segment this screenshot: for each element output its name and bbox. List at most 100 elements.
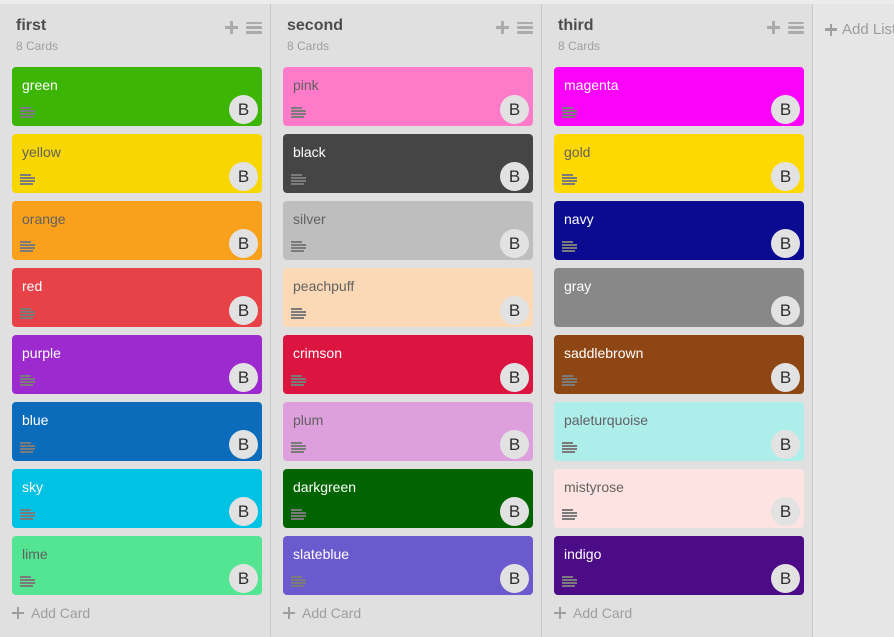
- card[interactable]: yellowB: [12, 134, 262, 193]
- hamburger-menu-icon[interactable]: [788, 22, 804, 34]
- card-badge[interactable]: B: [500, 162, 529, 191]
- description-lines-icon: [562, 442, 577, 453]
- description-lines-icon: [20, 509, 35, 520]
- card-badge[interactable]: B: [500, 363, 529, 392]
- card-title: orange: [12, 201, 262, 227]
- list-header: second 8 Cards: [283, 4, 533, 67]
- card-title: peachpuff: [283, 268, 533, 294]
- list-first: first 8 Cards greenB yellowB orangeB red…: [0, 4, 271, 637]
- card[interactable]: limeB: [12, 536, 262, 595]
- card-badge[interactable]: B: [229, 497, 258, 526]
- card-badge[interactable]: B: [500, 95, 529, 124]
- plus-icon[interactable]: [224, 20, 239, 35]
- card-title: green: [12, 67, 262, 93]
- card-title: slateblue: [283, 536, 533, 562]
- card[interactable]: goldB: [554, 134, 804, 193]
- card-title: magenta: [554, 67, 804, 93]
- description-lines-icon: [20, 576, 35, 587]
- card-badge[interactable]: B: [771, 296, 800, 325]
- list-third: third 8 Cards magentaB goldB navyB grayB…: [542, 4, 813, 637]
- description-lines-icon: [562, 509, 577, 520]
- plus-icon[interactable]: [495, 20, 510, 35]
- hamburger-menu-icon[interactable]: [246, 22, 262, 34]
- card-badge[interactable]: B: [229, 363, 258, 392]
- list-title: first: [16, 17, 224, 35]
- plus-icon: [283, 607, 295, 619]
- card[interactable]: grayB: [554, 268, 804, 327]
- card-title: lime: [12, 536, 262, 562]
- card-badge[interactable]: B: [771, 497, 800, 526]
- card[interactable]: peachpuffB: [283, 268, 533, 327]
- card-badge[interactable]: B: [229, 162, 258, 191]
- card-badge[interactable]: B: [229, 296, 258, 325]
- add-card-label: Add Card: [573, 605, 632, 621]
- add-card-button[interactable]: Add Card: [283, 605, 533, 621]
- card[interactable]: darkgreenB: [283, 469, 533, 528]
- card[interactable]: blackB: [283, 134, 533, 193]
- description-lines-icon: [20, 107, 35, 118]
- card[interactable]: silverB: [283, 201, 533, 260]
- card-title: mistyrose: [554, 469, 804, 495]
- description-lines-icon: [291, 576, 306, 587]
- card[interactable]: crimsonB: [283, 335, 533, 394]
- card-badge[interactable]: B: [229, 95, 258, 124]
- hamburger-menu-icon[interactable]: [517, 22, 533, 34]
- card-badge[interactable]: B: [771, 95, 800, 124]
- card-badge[interactable]: B: [771, 363, 800, 392]
- card[interactable]: redB: [12, 268, 262, 327]
- card[interactable]: indigoB: [554, 536, 804, 595]
- card[interactable]: blueB: [12, 402, 262, 461]
- card[interactable]: orangeB: [12, 201, 262, 260]
- card-badge[interactable]: B: [229, 229, 258, 258]
- card-title: darkgreen: [283, 469, 533, 495]
- card[interactable]: magentaB: [554, 67, 804, 126]
- card-title: sky: [12, 469, 262, 495]
- list-card-count: 8 Cards: [16, 39, 224, 53]
- list-header: third 8 Cards: [554, 4, 804, 67]
- description-lines-icon: [562, 107, 577, 118]
- plus-icon: [12, 607, 24, 619]
- add-card-button[interactable]: Add Card: [12, 605, 262, 621]
- card[interactable]: pinkB: [283, 67, 533, 126]
- card[interactable]: greenB: [12, 67, 262, 126]
- card-badge[interactable]: B: [500, 296, 529, 325]
- card-title: crimson: [283, 335, 533, 361]
- card-title: yellow: [12, 134, 262, 160]
- card-title: purple: [12, 335, 262, 361]
- card[interactable]: skyB: [12, 469, 262, 528]
- list-title: second: [287, 17, 495, 35]
- card-title: gold: [554, 134, 804, 160]
- card-badge[interactable]: B: [500, 564, 529, 593]
- card[interactable]: navyB: [554, 201, 804, 260]
- card-badge[interactable]: B: [771, 430, 800, 459]
- plus-icon[interactable]: [766, 20, 781, 35]
- card[interactable]: plumB: [283, 402, 533, 461]
- card-title: silver: [283, 201, 533, 227]
- card-badge[interactable]: B: [500, 229, 529, 258]
- card-badge[interactable]: B: [771, 564, 800, 593]
- plus-icon: [554, 607, 566, 619]
- description-lines-icon: [291, 442, 306, 453]
- description-lines-icon: [291, 107, 306, 118]
- card-badge[interactable]: B: [500, 497, 529, 526]
- list-title: third: [558, 17, 766, 35]
- card[interactable]: mistyroseB: [554, 469, 804, 528]
- card-title: blue: [12, 402, 262, 428]
- add-card-button[interactable]: Add Card: [554, 605, 804, 621]
- card-badge[interactable]: B: [229, 430, 258, 459]
- add-list-button[interactable]: Add List: [825, 21, 894, 38]
- description-lines-icon: [20, 375, 35, 386]
- card[interactable]: paleturquoiseB: [554, 402, 804, 461]
- list-second: second 8 Cards pinkB blackB silverB peac…: [271, 4, 542, 637]
- card[interactable]: purpleB: [12, 335, 262, 394]
- card-badge[interactable]: B: [771, 162, 800, 191]
- card-title: gray: [554, 268, 804, 294]
- card-title: navy: [554, 201, 804, 227]
- card-badge[interactable]: B: [229, 564, 258, 593]
- card-title: saddlebrown: [554, 335, 804, 361]
- card-badge[interactable]: B: [771, 229, 800, 258]
- card[interactable]: slateblueB: [283, 536, 533, 595]
- card-badge[interactable]: B: [500, 430, 529, 459]
- add-list-panel: Add List: [813, 4, 894, 637]
- card[interactable]: saddlebrownB: [554, 335, 804, 394]
